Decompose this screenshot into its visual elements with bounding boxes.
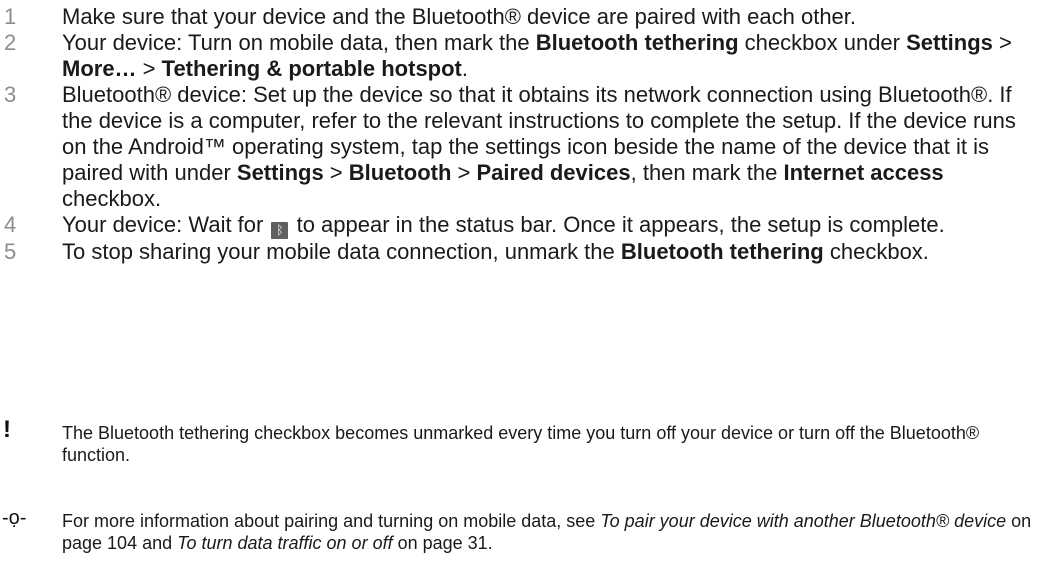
warning-note-text: The Bluetooth tethering checkbox becomes…: [62, 422, 1037, 466]
text-run: .: [461, 56, 469, 81]
text-run: Make sure that your device and the Bluet…: [62, 4, 857, 29]
step-text: Your device: Wait for ᛒ to appear in the…: [62, 212, 1032, 239]
ui-path-term: Settings: [906, 30, 993, 55]
text-run: >: [136, 56, 162, 81]
step-text: Your device: Turn on mobile data, then m…: [62, 30, 1032, 82]
ui-path-term: More…: [62, 56, 137, 81]
text-run: Your device: Turn on mobile data, then m…: [62, 30, 536, 55]
tip-lightbulb-icon: -ọ-: [2, 507, 27, 529]
text-run: For more information about pairing and t…: [62, 511, 601, 531]
step-number: 2: [4, 30, 17, 55]
ui-path-term: Bluetooth tethering: [620, 239, 824, 264]
bluetooth-status-icon: ᛒ: [271, 222, 289, 239]
ui-path-term: Internet access: [783, 160, 944, 185]
tip-note: -ọ- For more information about pairing a…: [0, 507, 1044, 554]
step-item: 1 Make sure that your device and the Blu…: [0, 4, 1044, 30]
ui-path-term: Settings: [236, 160, 324, 185]
ui-path-term: Bluetooth: [348, 160, 452, 185]
step-item: 2 Your device: Turn on mobile data, then…: [0, 30, 1044, 82]
ui-path-term: Paired devices: [476, 160, 631, 185]
text-run: on page 31.: [392, 533, 493, 553]
text-run: The Bluetooth tethering checkbox becomes…: [62, 423, 980, 465]
text-run: >: [451, 160, 477, 185]
steps-list: 1 Make sure that your device and the Blu…: [0, 4, 1044, 265]
text-run: checkbox under: [738, 30, 907, 55]
warning-note: ! The Bluetooth tethering checkbox becom…: [0, 417, 1044, 466]
step-number: 4: [4, 212, 17, 237]
step-number: 1: [4, 4, 17, 29]
exclamation-icon: !: [3, 416, 11, 443]
step-item: 3 Bluetooth® device: Set up the device s…: [0, 82, 1044, 212]
ui-path-term: Bluetooth tethering: [535, 30, 739, 55]
step-text: Bluetooth® device: Set up the device so …: [62, 82, 1032, 212]
text-run: checkbox.: [823, 239, 929, 264]
text-run: Your device: Wait for: [62, 212, 270, 237]
text-run: to appear in the status bar. Once it app…: [290, 212, 945, 237]
document-page: 1 Make sure that your device and the Blu…: [0, 0, 1044, 561]
step-text: Make sure that your device and the Bluet…: [62, 4, 1032, 30]
tip-note-text: For more information about pairing and t…: [62, 510, 1037, 554]
cross-reference-title: To pair your device with another Bluetoo…: [600, 511, 1007, 531]
text-run: To stop sharing your mobile data connect…: [62, 239, 621, 264]
text-run: >: [992, 30, 1012, 55]
text-run: checkbox.: [62, 186, 162, 211]
step-item: 5 To stop sharing your mobile data conne…: [0, 239, 1044, 265]
text-run: >: [323, 160, 349, 185]
step-number: 3: [4, 82, 17, 107]
step-item: 4 Your device: Wait for ᛒ to appear in t…: [0, 212, 1044, 239]
cross-reference-title: To turn data traffic on or off: [177, 533, 393, 553]
step-number: 5: [4, 239, 17, 264]
step-text: To stop sharing your mobile data connect…: [62, 239, 1032, 265]
ui-path-term: Tethering & portable hotspot: [161, 56, 462, 81]
text-run: , then mark the: [630, 160, 784, 185]
